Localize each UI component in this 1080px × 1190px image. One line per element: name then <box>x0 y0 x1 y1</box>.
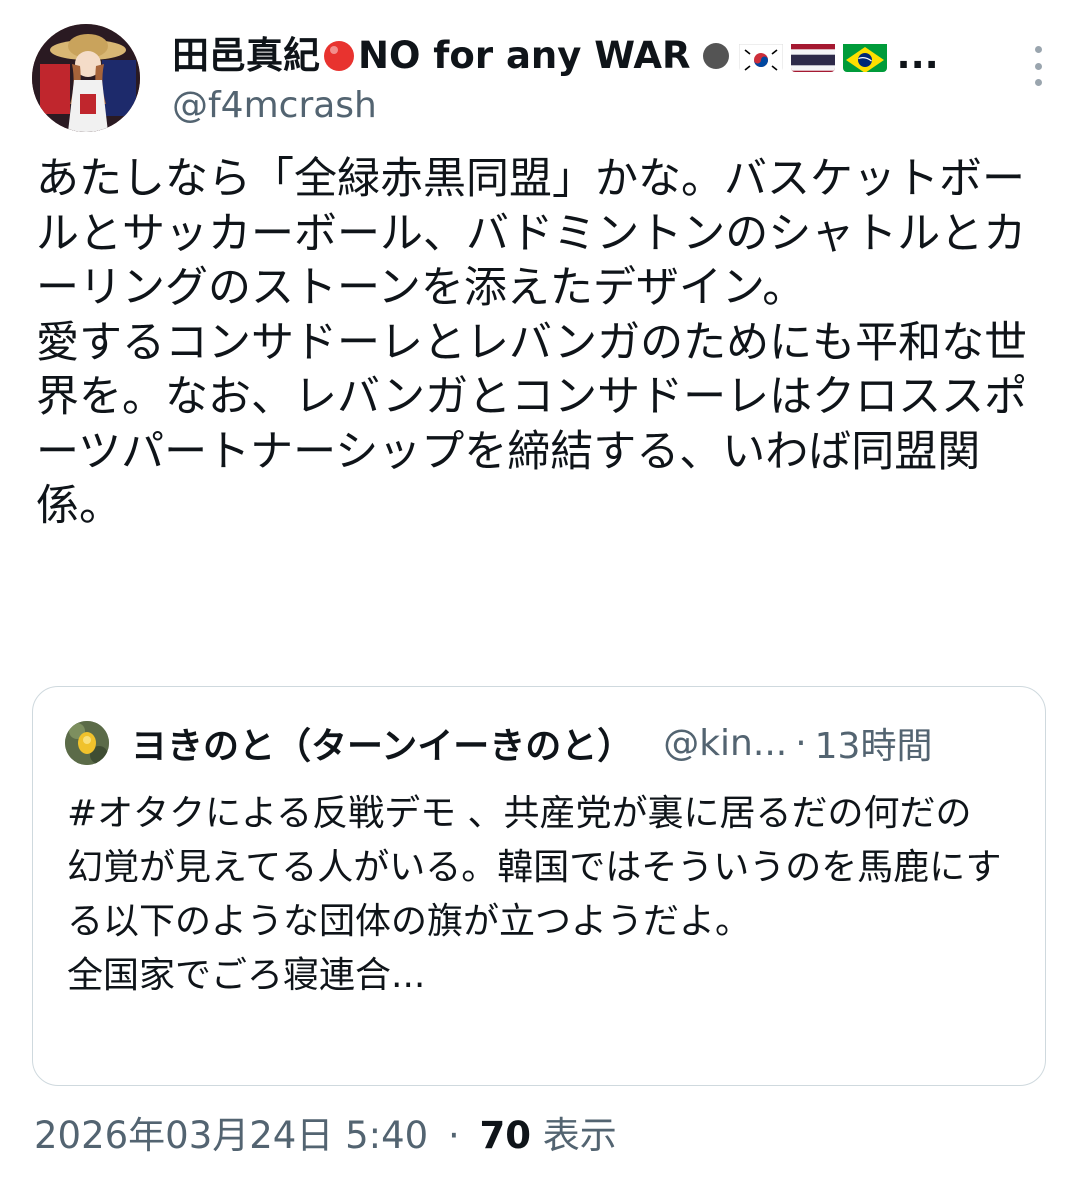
display-name-slogan: NO for any WAR <box>358 34 691 77</box>
views-label: 表示 <box>542 1114 617 1157</box>
display-name-text: 田邑真紀 <box>172 34 320 77</box>
quoted-tweet-text: #オタクによる反戦デモ 、共産党が裏に居るだの何だの幻覚が見えてる人がいる。韓国… <box>67 793 1002 996</box>
author-handle[interactable]: @f4mcrash <box>172 84 1012 128</box>
separator-dot: · <box>447 1114 460 1157</box>
tweet-footer: 2026年03月24日 5:40 · 70 表示 <box>34 1112 617 1160</box>
thailand-flag-icon <box>790 40 835 72</box>
korea-flag-icon <box>738 40 783 72</box>
black-circle-icon <box>702 43 729 69</box>
quoted-tweet-card[interactable]: ヨきのと（ターンイーきのと） @kin... · 13時間 #オタクによる反戦デ… <box>32 686 1046 1086</box>
brazil-flag-icon <box>842 40 887 72</box>
red-circle-icon <box>324 41 354 71</box>
author-display-name[interactable]: 田邑真紀 NO for any WAR ... <box>172 32 1012 80</box>
quoted-tweet-time: 13時間 <box>814 726 933 767</box>
author-info: 田邑真紀 NO for any WAR ... @f4mcrash <box>172 32 1012 128</box>
author-avatar[interactable] <box>32 24 140 132</box>
more-options-icon[interactable] <box>1028 46 1048 86</box>
quoted-tweet-header: ヨきのと（ターンイーきのと） @kin... · 13時間 <box>65 719 932 767</box>
tweet-header: 田邑真紀 NO for any WAR ... @f4mcrash <box>32 24 1048 134</box>
display-name-truncation: ... <box>896 34 939 77</box>
quoted-author-avatar <box>65 721 109 765</box>
separator-dot: · <box>795 722 807 764</box>
quoted-author-handle: @kin... <box>663 722 788 764</box>
tweet-text: あたしなら「全緑赤黒同盟」かな。バスケットボールとサッカーボール、バドミントンの… <box>36 154 1028 531</box>
views-count: 70 <box>479 1114 531 1157</box>
tweet-timestamp[interactable]: 2026年03月24日 5:40 <box>34 1114 428 1157</box>
quoted-author-name: ヨきのと（ターンイーきのと） <box>131 726 634 767</box>
